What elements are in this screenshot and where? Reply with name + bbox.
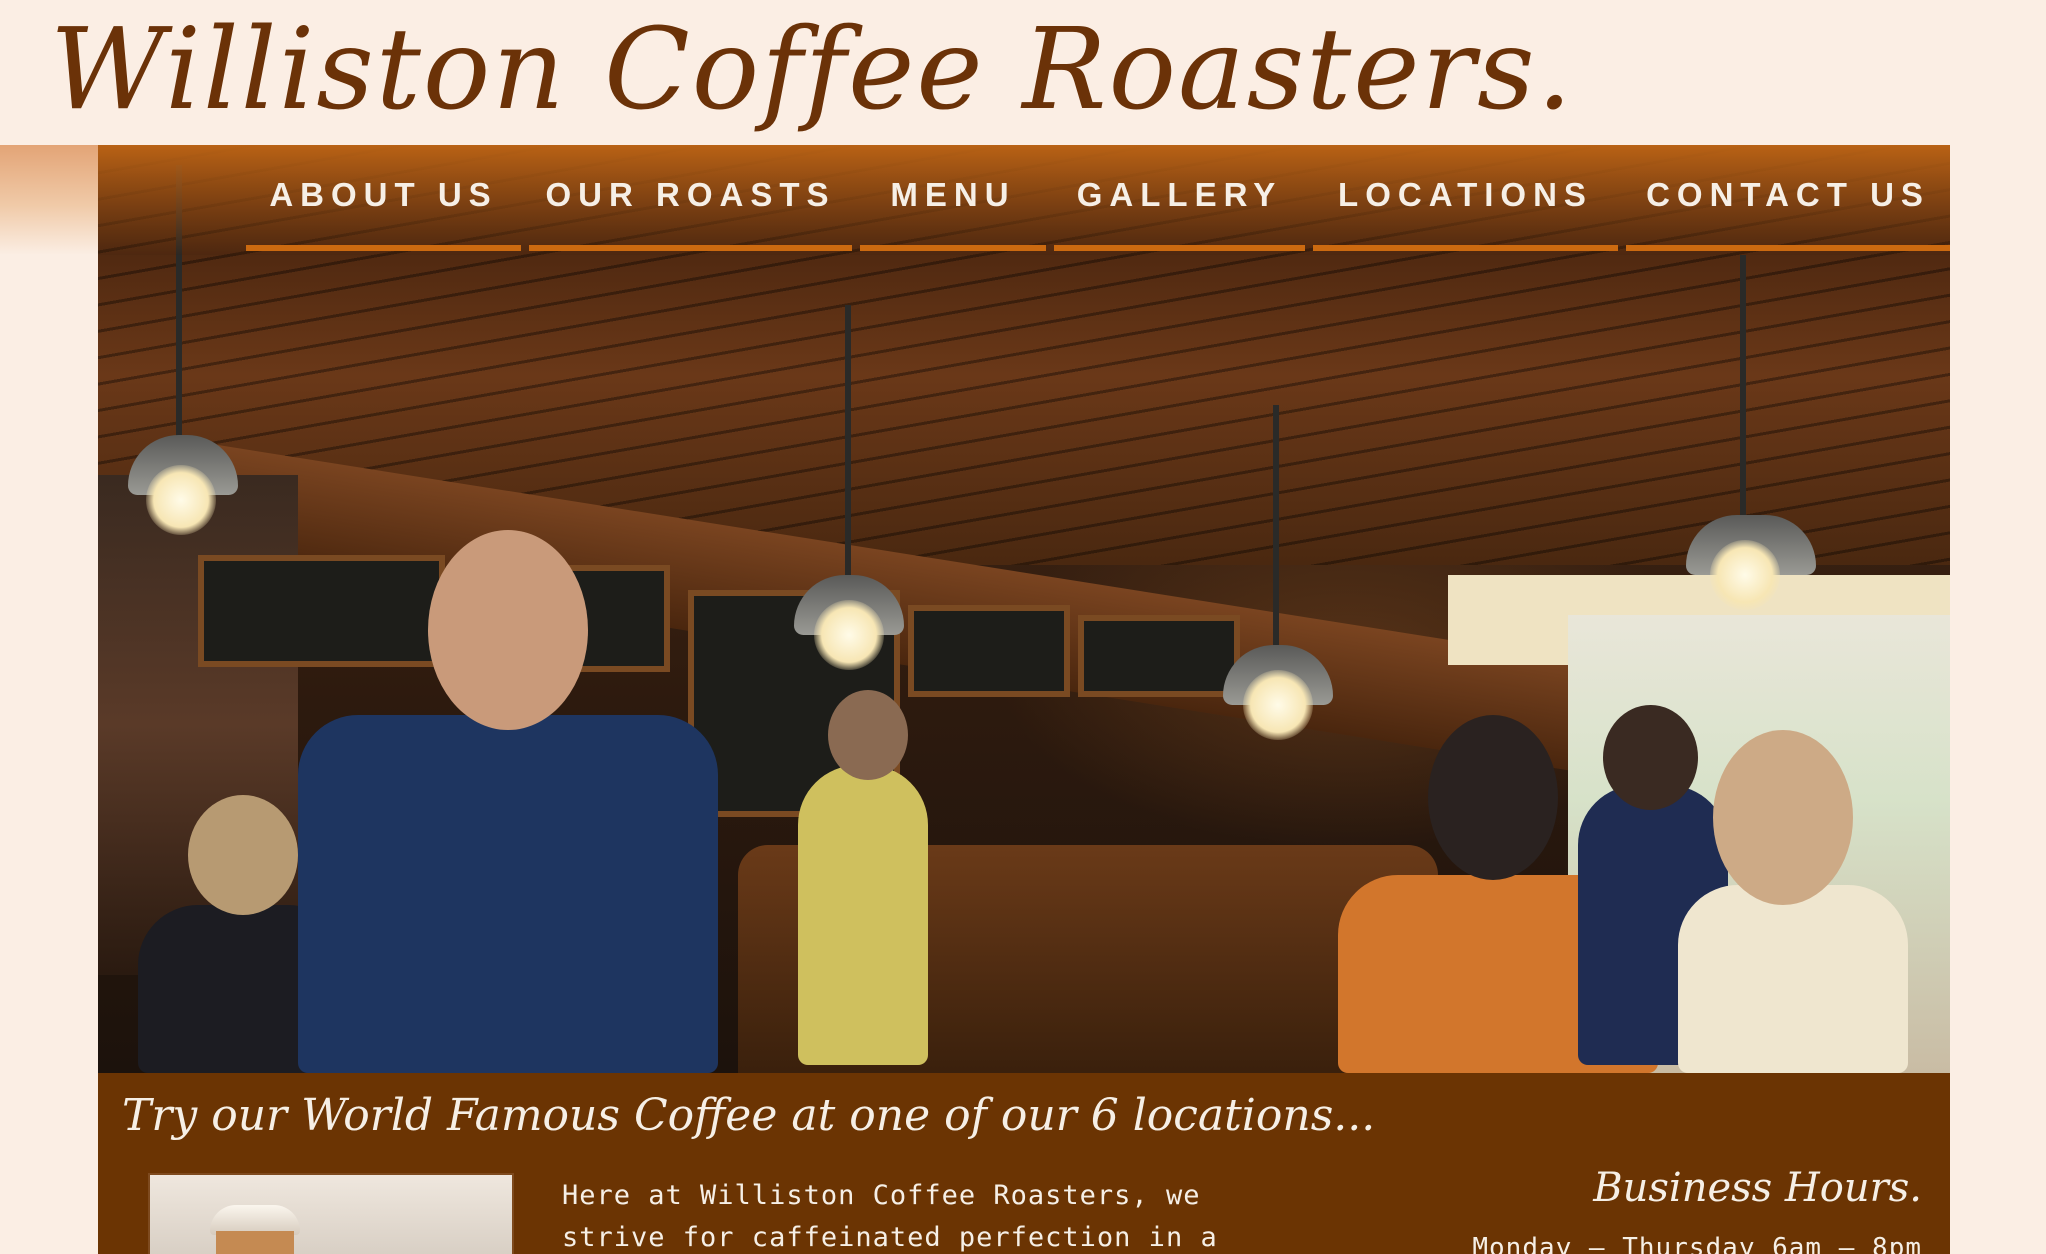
tagline-heading: Try our World Famous Coffee at one of ou… <box>122 1090 1376 1141</box>
lamp-glow <box>146 465 216 535</box>
person <box>1678 885 1908 1073</box>
person-head <box>828 690 908 780</box>
person <box>798 765 928 1065</box>
chalkboard <box>1078 615 1240 697</box>
nav-gallery[interactable]: GALLERY <box>1054 145 1305 251</box>
site-title[interactable]: Williston Coffee Roasters. <box>50 6 1574 135</box>
person-head <box>1713 730 1853 905</box>
hero-image <box>98 145 1950 1073</box>
nav-about-us[interactable]: ABOUT US <box>246 145 521 251</box>
page: Williston Coffee Roasters. ABOUT US OUR … <box>0 0 2046 1254</box>
main-nav: ABOUT US OUR ROASTS MENU GALLERY LOCATIO… <box>246 145 1950 255</box>
chalkboard <box>198 555 445 667</box>
lamp-glow <box>814 600 884 670</box>
lamp-cord <box>1273 405 1279 655</box>
lamp-cord <box>845 305 851 585</box>
coffee-cup-thumbnail <box>148 1173 514 1254</box>
person <box>298 715 718 1073</box>
decorative-fade <box>0 145 98 255</box>
main-frame: ABOUT US OUR ROASTS MENU GALLERY LOCATIO… <box>98 145 1950 1254</box>
person-head <box>428 530 588 730</box>
nav-our-roasts[interactable]: OUR ROASTS <box>529 145 852 251</box>
nav-locations[interactable]: LOCATIONS <box>1313 145 1618 251</box>
lamp-glow <box>1710 540 1780 610</box>
nav-contact-us[interactable]: CONTACT US <box>1626 145 1950 251</box>
person-head <box>188 795 298 915</box>
person-head <box>1603 705 1698 810</box>
business-hours-line: Monday – Thursday 6am – 8pm <box>1472 1233 1922 1254</box>
lamp-cord <box>1740 255 1746 525</box>
nav-menu[interactable]: MENU <box>860 145 1046 251</box>
hero-menu-boards <box>198 425 1298 817</box>
coffee-cup-sleeve <box>216 1231 294 1254</box>
lamp-glow <box>1243 670 1313 740</box>
business-hours-heading: Business Hours. <box>1593 1165 1922 1211</box>
chalkboard <box>908 605 1070 697</box>
intro-paragraph: Here at Williston Coffee Roasters, we st… <box>562 1180 1218 1253</box>
person-head <box>1428 715 1558 880</box>
